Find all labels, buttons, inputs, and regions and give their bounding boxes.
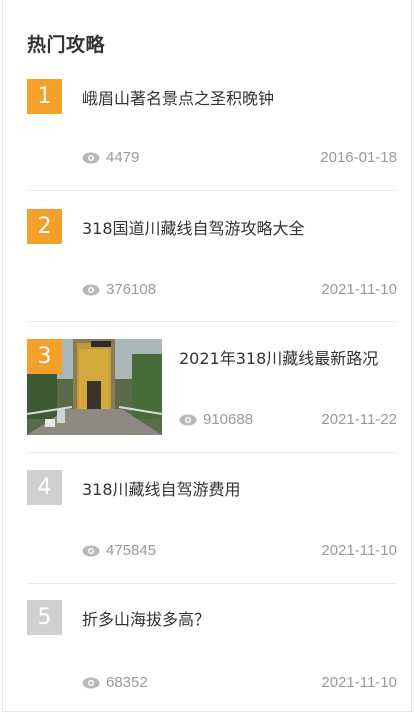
eye-icon [82,152,100,163]
rank-badge: 3 [27,339,62,374]
divider [27,321,397,322]
eye-icon [82,545,100,556]
rank-badge: 4 [27,470,62,505]
publish-date: 2021-11-10 [321,674,397,691]
guide-title[interactable]: 峨眉山著名景点之圣积晚钟 [82,85,274,109]
view-count: 910688 [179,411,253,428]
view-count: 4479 [82,149,139,166]
guide-item[interactable]: 3 2021年318川藏线最新路况 910688 2021-11-22 [27,339,397,439]
rank-badge: 1 [27,79,62,114]
eye-icon [82,284,100,295]
eye-icon [179,414,197,425]
divider [27,452,397,453]
hot-guides-panel: 热门攻略 1 峨眉山著名景点之圣积晚钟 4479 2016-01-18 2 31… [2,0,412,712]
publish-date: 2016-01-18 [320,149,397,166]
guide-thumbnail[interactable]: 3 [27,339,162,435]
rank-badge: 2 [27,209,62,244]
guide-title[interactable]: 折多山海拔多高？ [82,606,210,630]
divider [27,190,397,191]
view-count: 68352 [82,674,148,691]
view-count-value: 4479 [106,149,140,166]
guide-title[interactable]: 318国道川藏线自驾游攻略大全 [82,215,305,239]
view-count-value: 475845 [106,542,157,559]
guide-item[interactable]: 1 峨眉山著名景点之圣积晚钟 4479 2016-01-18 [27,79,397,189]
eye-icon [82,677,100,688]
guide-title[interactable]: 2021年318川藏线最新路况 [179,345,378,369]
view-count: 376108 [82,281,156,298]
rank-badge: 5 [27,600,62,635]
publish-date: 2021-11-10 [321,281,397,298]
section-title: 热门攻略 [27,34,106,56]
publish-date: 2021-11-22 [321,411,397,428]
publish-date: 2021-11-10 [321,542,397,559]
view-count-value: 68352 [106,674,148,691]
guide-item[interactable]: 4 318川藏线自驾游费用 475845 2021-11-10 [27,470,397,580]
view-count-value: 910688 [203,411,254,428]
guide-item[interactable]: 5 折多山海拔多高？ 68352 2021-11-10 [27,600,397,710]
guide-title[interactable]: 318川藏线自驾游费用 [82,476,241,500]
view-count-value: 376108 [106,281,157,298]
view-count: 475845 [82,542,156,559]
guide-item[interactable]: 2 318国道川藏线自驾游攻略大全 376108 2021-11-10 [27,209,397,319]
divider [27,583,397,584]
